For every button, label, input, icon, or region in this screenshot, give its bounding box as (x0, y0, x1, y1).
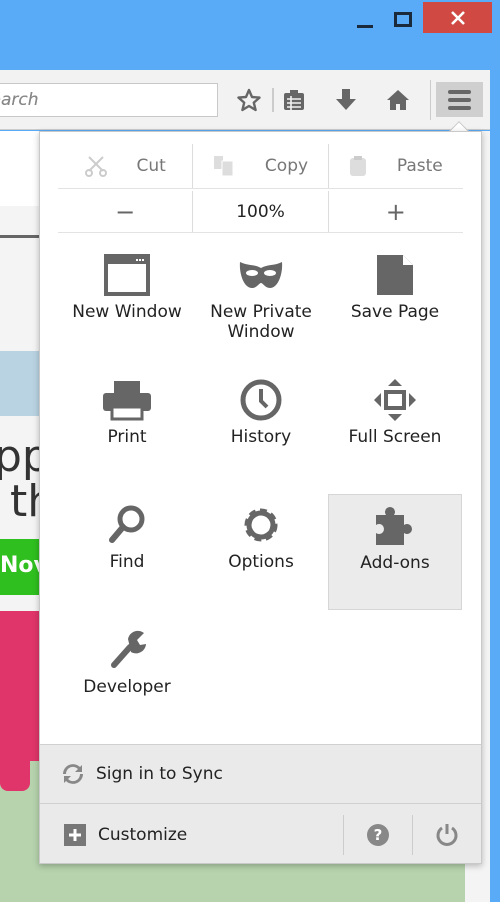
maximize-icon (394, 11, 412, 27)
toolbar-divider (272, 88, 274, 112)
sync-label: Sign in to Sync (96, 764, 223, 784)
puzzle-icon (376, 507, 412, 545)
edit-controls: Cut Copy Paste (58, 144, 463, 189)
help-icon: ? (367, 823, 389, 846)
window-border (490, 70, 500, 902)
scissors-icon (84, 156, 107, 177)
item-label: Find (109, 552, 145, 572)
print-item[interactable]: Print (60, 369, 194, 485)
add-ons-item[interactable]: Add-ons (328, 494, 462, 610)
sign-in-to-sync-button[interactable]: Sign in to Sync (40, 745, 481, 804)
footer-bottom-row: Customize ? (40, 805, 481, 864)
power-icon (436, 823, 458, 846)
customize-button[interactable]: Customize (40, 805, 343, 864)
printer-icon (103, 381, 151, 421)
item-label: Save Page (350, 302, 440, 322)
item-label: Developer (83, 677, 171, 697)
cut-button[interactable]: Cut (58, 144, 192, 188)
wrench-icon (111, 630, 146, 668)
plus-box-icon (64, 823, 86, 846)
private-mask-icon (239, 262, 283, 288)
item-label: New Window (72, 302, 182, 322)
full-screen-item[interactable]: Full Screen (328, 369, 462, 485)
minimize-button[interactable] (350, 4, 380, 34)
item-label: History (230, 427, 292, 447)
toolbar-divider (430, 80, 431, 120)
developer-item[interactable]: Developer (60, 619, 194, 735)
zoom-controls: − 100% + (58, 191, 463, 233)
home-button[interactable] (383, 86, 413, 114)
cut-label: Cut (136, 156, 166, 176)
save-page-icon (377, 255, 413, 295)
quit-button[interactable] (413, 823, 481, 847)
paste-label: Paste (396, 156, 443, 176)
item-label: Add-ons (360, 553, 430, 573)
svg-text:?: ? (374, 826, 383, 844)
bookmark-star-button[interactable] (234, 86, 264, 114)
clipboard-icon (349, 156, 366, 176)
close-button[interactable] (423, 2, 492, 33)
customize-label: Customize (98, 824, 188, 845)
paste-button[interactable]: Paste (327, 144, 463, 188)
minimize-icon (357, 24, 373, 28)
magnifier-icon (109, 505, 145, 543)
new-window-item[interactable]: New Window (60, 244, 194, 360)
search-box[interactable]: arch (0, 83, 218, 117)
fullscreen-icon (374, 379, 416, 421)
item-label: Print (107, 427, 147, 447)
save-page-item[interactable]: Save Page (328, 244, 462, 360)
gear-icon (244, 508, 278, 542)
item-label: Full Screen (348, 427, 442, 447)
clock-icon (240, 379, 282, 421)
new-window-icon (104, 254, 150, 296)
maximize-button[interactable] (388, 4, 418, 34)
main-menu-panel: Cut Copy Paste − 100% + New Window New P… (39, 131, 482, 864)
copy-button[interactable]: Copy (192, 144, 327, 188)
copy-label: Copy (264, 156, 309, 176)
copy-icon (213, 156, 234, 177)
zoom-reset-button[interactable]: 100% (192, 191, 327, 232)
close-icon (450, 10, 465, 25)
zoom-in-button[interactable]: + (327, 191, 463, 232)
downloads-button[interactable] (331, 86, 361, 114)
history-item[interactable]: History (194, 369, 328, 485)
star-icon (237, 88, 261, 112)
zoom-out-button[interactable]: − (58, 191, 192, 232)
help-button[interactable]: ? (343, 814, 413, 855)
search-input[interactable] (0, 84, 217, 116)
open-menu-button[interactable] (436, 82, 483, 117)
new-private-window-item[interactable]: New Private Window (194, 244, 328, 360)
download-icon (336, 89, 356, 110)
menu-footer: Sign in to Sync Customize ? (40, 744, 481, 863)
home-icon (387, 90, 409, 110)
bookmarks-icon (284, 90, 304, 110)
bookmarks-button[interactable] (279, 86, 309, 114)
options-item[interactable]: Options (194, 494, 328, 610)
item-label: New Private Window (210, 302, 312, 342)
item-label: Options (228, 552, 294, 572)
hamburger-menu-icon (448, 89, 471, 110)
sync-icon (63, 764, 83, 784)
find-item[interactable]: Find (60, 494, 194, 610)
